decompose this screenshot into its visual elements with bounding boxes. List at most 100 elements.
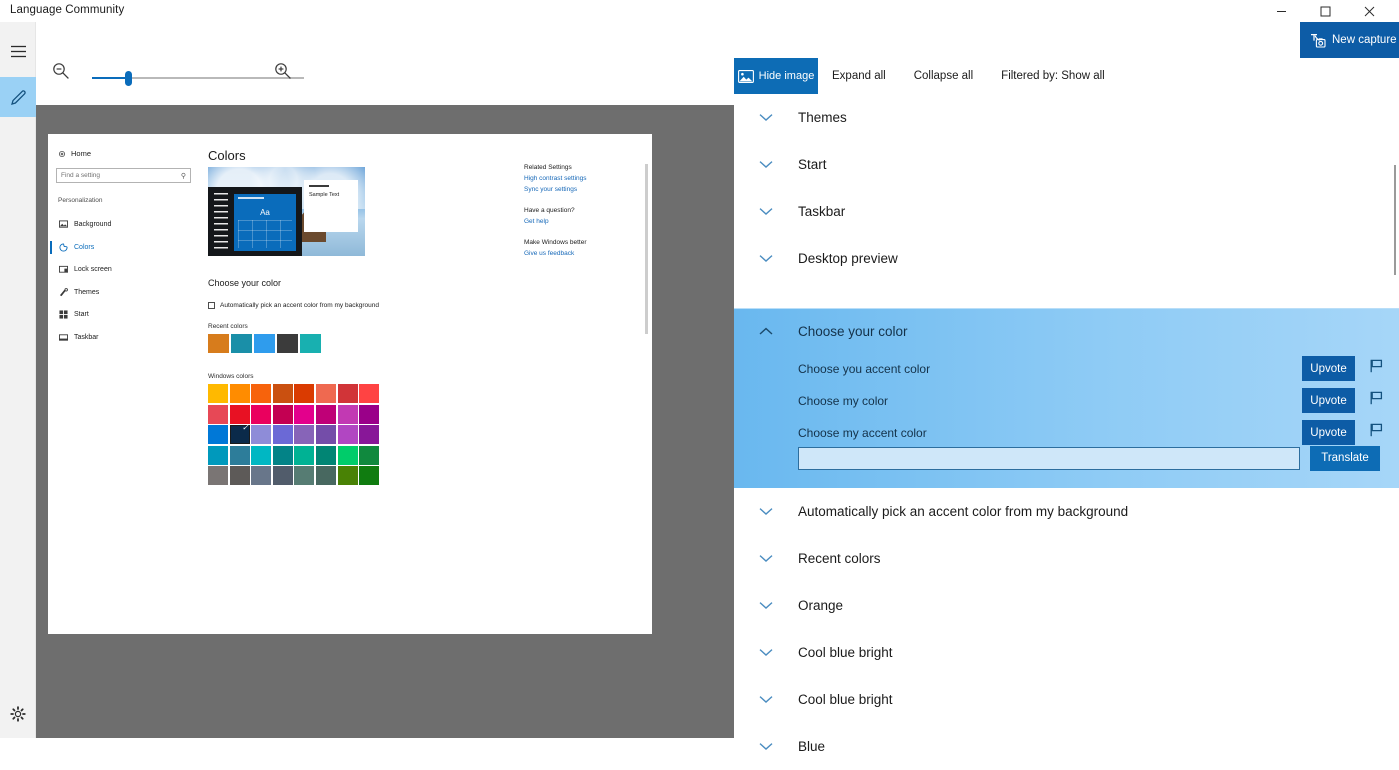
settings-nav-item-colors[interactable]: Colors — [50, 239, 194, 256]
settings-home-item[interactable]: Home — [58, 149, 91, 158]
windows-color-swatch[interactable] — [251, 425, 272, 445]
settings-windows-colors-grid[interactable] — [208, 384, 383, 486]
settings-recent-colors-swatches[interactable] — [208, 334, 321, 353]
windows-color-swatch[interactable] — [337, 404, 358, 424]
windows-color-swatch[interactable] — [294, 466, 315, 486]
windows-color-swatch[interactable] — [337, 466, 358, 486]
chevron-down-icon[interactable] — [734, 160, 798, 169]
windows-color-swatch[interactable] — [315, 445, 336, 465]
string-row[interactable]: Orange — [734, 582, 1399, 629]
upvote-button[interactable]: Upvote — [1302, 356, 1355, 381]
settings-nav-item-taskbar[interactable]: Taskbar — [56, 329, 194, 346]
new-capture-button[interactable]: New capture — [1300, 22, 1399, 58]
windows-color-swatch[interactable] — [315, 425, 336, 445]
windows-color-swatch[interactable] — [272, 384, 293, 403]
windows-color-swatch[interactable] — [294, 425, 315, 445]
related-settings-link[interactable]: Give us feedback — [524, 250, 634, 257]
expanded-group-header[interactable]: Choose your color — [734, 309, 1399, 353]
chevron-down-icon[interactable] — [734, 695, 798, 704]
captured-screenshot[interactable]: Home Find a setting ⚲ Personalization Ba… — [48, 134, 652, 634]
windows-color-swatch[interactable] — [208, 445, 228, 465]
windows-color-swatch[interactable] — [294, 384, 315, 403]
string-row[interactable]: Taskbar — [734, 188, 1399, 235]
windows-color-swatch[interactable] — [229, 445, 250, 465]
chevron-down-icon[interactable] — [734, 742, 798, 751]
chevron-down-icon[interactable] — [734, 507, 798, 516]
related-settings-link[interactable]: Sync your settings — [524, 186, 634, 193]
chevron-down-icon[interactable] — [734, 254, 798, 263]
windows-color-swatch[interactable] — [272, 404, 293, 424]
minimize-button[interactable] — [1259, 0, 1303, 22]
settings-nav-item-themes[interactable]: Themes — [56, 284, 194, 301]
chevron-down-icon[interactable] — [734, 113, 798, 122]
string-row[interactable]: Cool blue bright — [734, 676, 1399, 723]
zoom-out-button[interactable] — [52, 62, 70, 85]
translation-input[interactable] — [798, 446, 1300, 470]
windows-color-swatch-selected[interactable] — [229, 423, 250, 445]
collapse-all-button[interactable]: Collapse all — [900, 58, 987, 94]
filter-button[interactable]: Filtered by: Show all — [987, 58, 1119, 94]
related-settings-link[interactable]: High contrast settings — [524, 175, 634, 182]
pane-scrollbar-thumb[interactable] — [1394, 165, 1396, 275]
windows-color-swatch[interactable] — [251, 466, 272, 486]
windows-color-swatch[interactable] — [208, 466, 228, 486]
chevron-down-icon[interactable] — [734, 207, 798, 216]
string-row[interactable]: Desktop preview — [734, 235, 1399, 282]
flag-icon[interactable] — [1370, 359, 1383, 378]
windows-color-swatch[interactable] — [315, 466, 336, 486]
windows-color-swatch[interactable] — [359, 466, 380, 486]
pane-scrollbar[interactable] — [1389, 165, 1399, 275]
windows-color-swatch[interactable] — [208, 404, 228, 424]
windows-color-swatch[interactable] — [229, 404, 250, 424]
string-row[interactable]: Blue — [734, 723, 1399, 770]
windows-color-swatch[interactable] — [359, 404, 380, 424]
string-row[interactable]: Start — [734, 141, 1399, 188]
windows-color-swatch[interactable] — [359, 384, 380, 403]
expand-all-button[interactable]: Expand all — [818, 58, 900, 94]
string-row[interactable]: Cool blue bright — [734, 629, 1399, 676]
string-row[interactable]: Themes — [734, 94, 1399, 141]
chevron-down-icon[interactable] — [734, 554, 798, 563]
windows-color-swatch[interactable] — [294, 404, 315, 424]
zoom-slider-thumb[interactable] — [125, 71, 132, 86]
recent-color-swatch[interactable] — [208, 334, 229, 353]
recent-color-swatch[interactable] — [300, 334, 321, 353]
windows-color-swatch[interactable] — [251, 404, 272, 424]
hamburger-menu-button[interactable] — [0, 31, 36, 71]
settings-nav-item-lock-screen[interactable]: Lock screen — [56, 261, 194, 278]
related-settings-link[interactable]: Get help — [524, 218, 634, 225]
windows-color-swatch[interactable] — [359, 425, 380, 445]
maximize-button[interactable] — [1303, 0, 1347, 22]
windows-color-swatch[interactable] — [359, 445, 380, 465]
windows-color-swatch[interactable] — [229, 384, 250, 403]
chevron-down-icon[interactable] — [734, 601, 798, 610]
windows-color-swatch[interactable] — [315, 384, 336, 403]
windows-color-swatch[interactable] — [251, 445, 272, 465]
recent-color-swatch[interactable] — [254, 334, 275, 353]
windows-color-swatch[interactable] — [272, 445, 293, 465]
close-button[interactable] — [1347, 0, 1391, 22]
windows-color-swatch[interactable] — [272, 466, 293, 486]
settings-nav-item-start[interactable]: Start — [56, 306, 194, 323]
windows-color-swatch[interactable] — [251, 384, 272, 403]
settings-nav-item-background[interactable]: Background — [56, 216, 194, 233]
settings-search-input[interactable]: Find a setting ⚲ — [56, 168, 191, 183]
recent-color-swatch[interactable] — [231, 334, 252, 353]
windows-color-swatch[interactable] — [337, 384, 358, 403]
windows-color-swatch[interactable] — [208, 384, 228, 403]
flag-icon[interactable] — [1370, 423, 1383, 442]
windows-color-swatch[interactable] — [229, 466, 250, 486]
upvote-button[interactable]: Upvote — [1302, 388, 1355, 413]
windows-color-swatch[interactable] — [272, 425, 293, 445]
windows-color-swatch[interactable] — [294, 445, 315, 465]
auto-pick-checkbox[interactable] — [208, 302, 215, 309]
upvote-button[interactable]: Upvote — [1302, 420, 1355, 445]
hide-image-button[interactable]: Hide image — [734, 58, 818, 94]
windows-color-swatch[interactable] — [337, 445, 358, 465]
pen-tool-button[interactable] — [0, 77, 36, 117]
flag-icon[interactable] — [1370, 391, 1383, 410]
settings-scrollbar[interactable] — [645, 164, 648, 334]
zoom-in-button[interactable] — [274, 62, 292, 85]
translate-button[interactable]: Translate — [1310, 445, 1380, 471]
string-row[interactable]: Recent colors — [734, 535, 1399, 582]
